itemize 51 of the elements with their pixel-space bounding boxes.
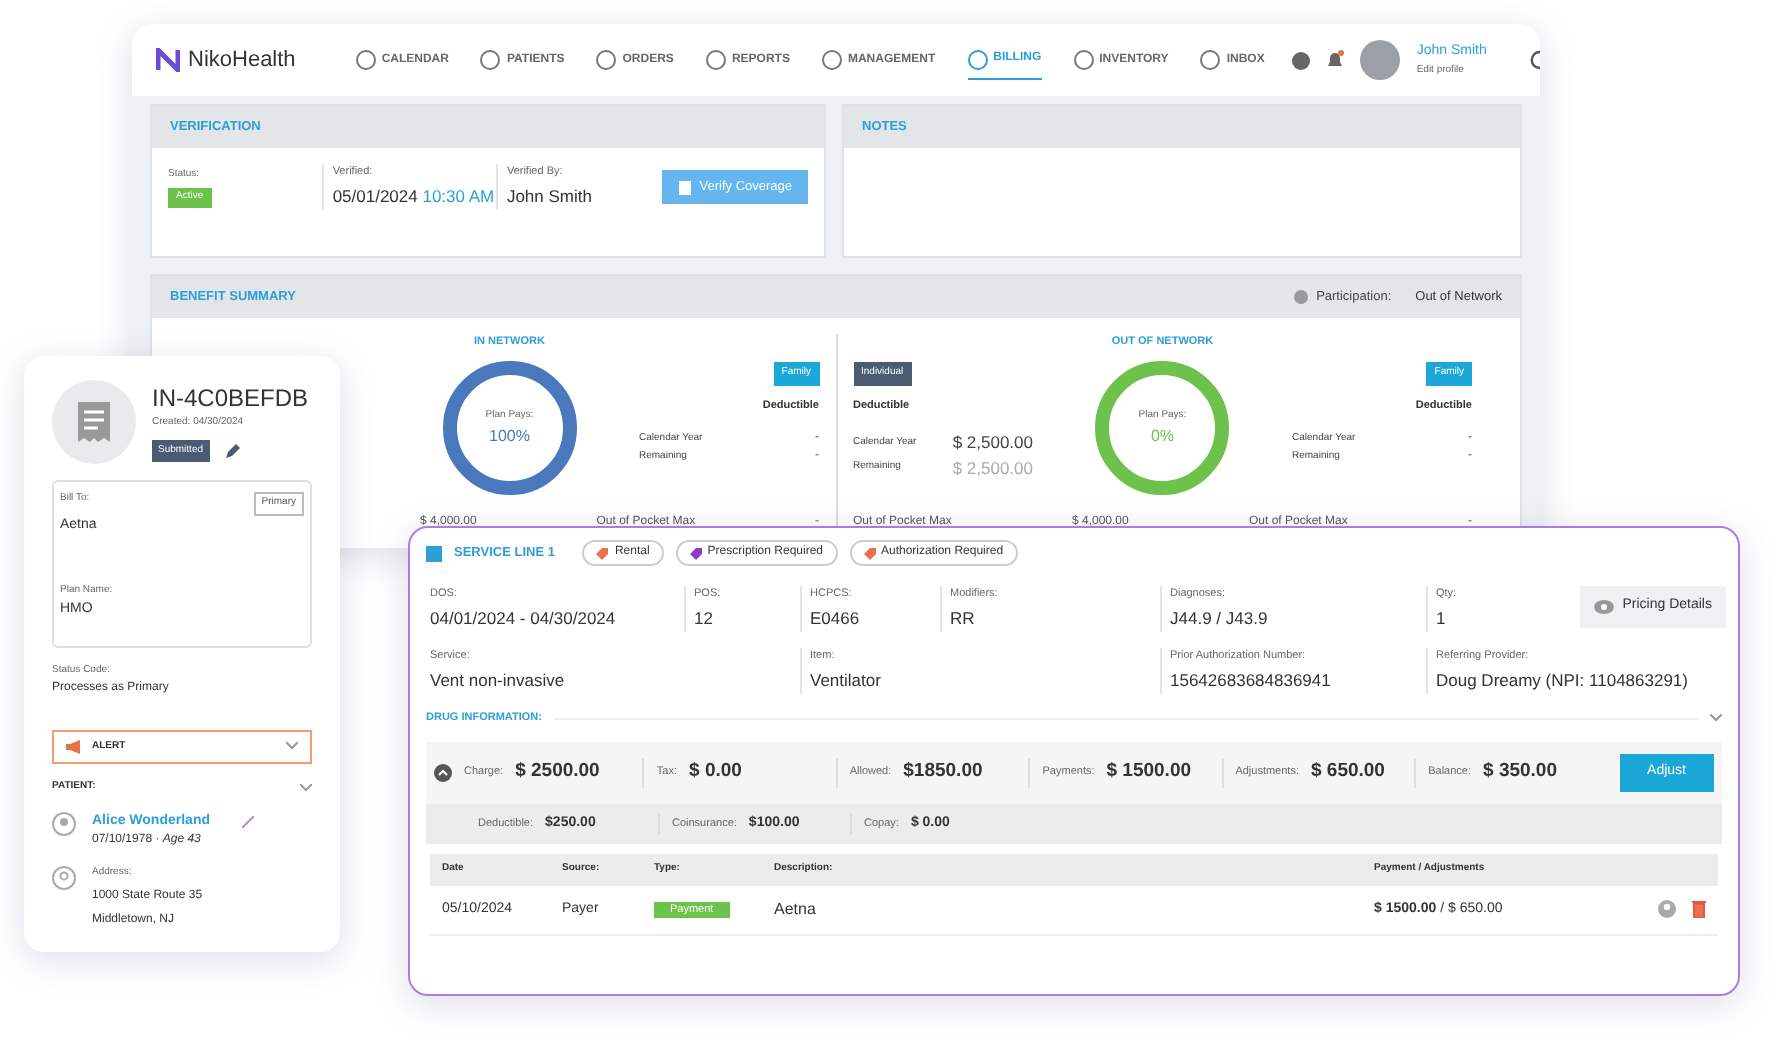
collapse-icon (434, 764, 452, 782)
field-value: $ 2500.00 (515, 758, 600, 787)
pencil-icon (225, 443, 240, 458)
field-value: $ 350.00 (1483, 758, 1557, 787)
nav-tab-icon (967, 49, 988, 69)
chevron-icon (1710, 714, 1722, 723)
field-value: 15642683684836941 (1170, 668, 1333, 694)
bell-icon (1326, 50, 1345, 70)
field-value: 12 (694, 606, 715, 632)
avatar (1360, 40, 1401, 80)
logo-icon (156, 48, 180, 72)
chevron-icon (300, 783, 312, 792)
megaphone-icon (66, 739, 82, 754)
nav-tab-icon (1200, 50, 1221, 70)
field-value: John Smith (506, 184, 594, 210)
nav-tab-icon (1073, 50, 1094, 70)
nav-tab-icon (480, 50, 501, 70)
row-value: $ 2,500.00 (952, 455, 1033, 481)
invoice-number: IN-4C0BEFDB (152, 382, 309, 416)
nav-tab-icon (596, 50, 617, 70)
brand-name: NikoHealth (188, 45, 296, 76)
field-value: 1 (1436, 606, 1448, 632)
field-value: J44.9 / J43.9 (1170, 606, 1270, 632)
plan-pays-value: 0% (1148, 424, 1177, 448)
eye-icon (1594, 599, 1615, 614)
field-value: 04/01/2024 - 04/30/2024 (430, 606, 618, 632)
field-value: 05/01/2024 10:30 AM (332, 184, 497, 210)
field-value: $ 0.00 (689, 758, 742, 787)
field-value: RR (950, 606, 977, 632)
nav-tab-icon (705, 50, 726, 70)
person-icon (52, 811, 76, 835)
field-value: $ 650.00 (1310, 758, 1385, 787)
row-value: $ 2,500.00 (952, 430, 1033, 456)
plan-pays-value: 100% (487, 424, 532, 448)
field-value: $ 1500.00 (1106, 758, 1192, 787)
chevron-icon (286, 742, 298, 751)
nav-tab-icon (355, 50, 376, 70)
info-icon (1294, 290, 1309, 304)
field-value: $1850.00 (903, 758, 983, 787)
field-value: Ventilator (810, 668, 883, 694)
field-value: E0466 (810, 606, 862, 632)
help-icon (1292, 51, 1311, 69)
field-value: Doug Dreamy (NPI: 1104863291) (1436, 668, 1690, 694)
nav-tab-icon (821, 50, 842, 70)
receipt-icon (76, 400, 112, 444)
table-cell-text: Aetna (774, 897, 818, 922)
location-icon (52, 866, 76, 890)
user-icon (1658, 900, 1676, 919)
collapse-toggle[interactable] (426, 545, 442, 561)
trash-icon (1692, 900, 1706, 919)
field-value: Vent non-invasive (430, 668, 567, 694)
